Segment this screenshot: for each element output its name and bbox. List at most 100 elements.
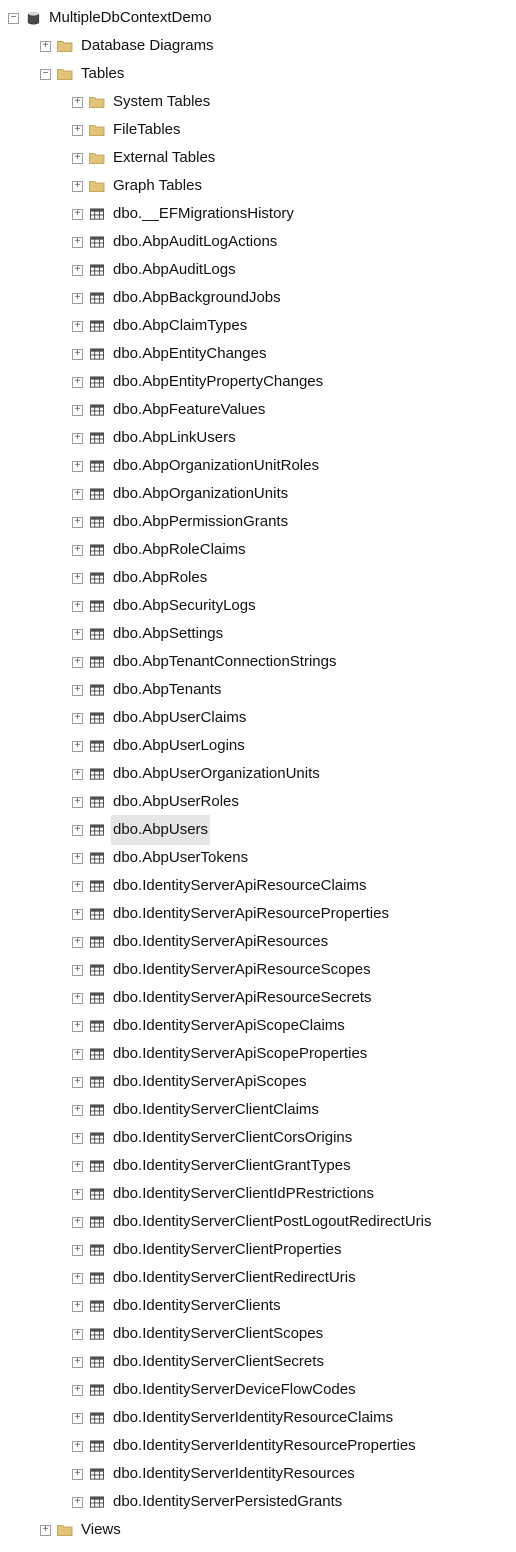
- expand-icon[interactable]: +: [72, 1469, 83, 1480]
- tree-node-table[interactable]: +dbo.IdentityServerApiScopeProperties: [0, 1040, 516, 1068]
- tree-node-table[interactable]: +dbo.AbpAuditLogActions: [0, 228, 516, 256]
- tree-node-table[interactable]: +dbo.IdentityServerClients: [0, 1292, 516, 1320]
- tree-node-table[interactable]: +dbo.AbpOrganizationUnitRoles: [0, 452, 516, 480]
- expand-icon[interactable]: +: [72, 321, 83, 332]
- tree-node-table[interactable]: +dbo.AbpRoleClaims: [0, 536, 516, 564]
- expand-icon[interactable]: +: [72, 377, 83, 388]
- expand-icon[interactable]: +: [72, 685, 83, 696]
- tree-node-table[interactable]: +dbo.IdentityServerClientRedirectUris: [0, 1264, 516, 1292]
- expand-icon[interactable]: +: [72, 825, 83, 836]
- tree-node-table[interactable]: +dbo.IdentityServerApiResources: [0, 928, 516, 956]
- expand-icon[interactable]: +: [72, 993, 83, 1004]
- tree-node-table[interactable]: +dbo.AbpTenantConnectionStrings: [0, 648, 516, 676]
- expand-icon[interactable]: +: [72, 881, 83, 892]
- tree-node-table[interactable]: +dbo.IdentityServerClientIdPRestrictions: [0, 1180, 516, 1208]
- tree-node-table[interactable]: +dbo.AbpRoles: [0, 564, 516, 592]
- tree-node-table[interactable]: +dbo.IdentityServerIdentityResources: [0, 1460, 516, 1488]
- expand-icon[interactable]: +: [72, 97, 83, 108]
- expand-icon[interactable]: +: [72, 1217, 83, 1228]
- collapse-icon[interactable]: −: [40, 69, 51, 80]
- tree-node-table[interactable]: +dbo.IdentityServerApiResourceProperties: [0, 900, 516, 928]
- expand-icon[interactable]: +: [72, 433, 83, 444]
- expand-icon[interactable]: +: [72, 1021, 83, 1032]
- expand-icon[interactable]: +: [40, 1525, 51, 1536]
- expand-icon[interactable]: +: [72, 1357, 83, 1368]
- tree-node-folder[interactable]: +Graph Tables: [0, 172, 516, 200]
- expand-icon[interactable]: +: [72, 573, 83, 584]
- expand-icon[interactable]: +: [72, 909, 83, 920]
- expand-icon[interactable]: +: [72, 153, 83, 164]
- expand-icon[interactable]: +: [72, 517, 83, 528]
- tree-node-table[interactable]: +dbo.IdentityServerApiScopes: [0, 1068, 516, 1096]
- tree-node-table[interactable]: +dbo.AbpEntityPropertyChanges: [0, 368, 516, 396]
- tree-node-table[interactable]: +dbo.IdentityServerDeviceFlowCodes: [0, 1376, 516, 1404]
- tree-node-table[interactable]: +dbo.AbpUsers: [0, 816, 516, 844]
- tree-node-table[interactable]: +dbo.IdentityServerClientProperties: [0, 1236, 516, 1264]
- expand-icon[interactable]: +: [72, 209, 83, 220]
- expand-icon[interactable]: +: [72, 293, 83, 304]
- tree-node-folder[interactable]: − Tables: [0, 60, 516, 88]
- tree-node-table[interactable]: +dbo.IdentityServerIdentityResourceClaim…: [0, 1404, 516, 1432]
- tree-node-table[interactable]: +dbo.AbpUserLogins: [0, 732, 516, 760]
- expand-icon[interactable]: +: [72, 181, 83, 192]
- tree-node-table[interactable]: +dbo.AbpUserOrganizationUnits: [0, 760, 516, 788]
- expand-icon[interactable]: +: [72, 1385, 83, 1396]
- expand-icon[interactable]: +: [72, 741, 83, 752]
- tree-node-table[interactable]: +dbo.IdentityServerPersistedGrants: [0, 1488, 516, 1516]
- tree-node-folder[interactable]: +FileTables: [0, 116, 516, 144]
- tree-node-table[interactable]: +dbo.AbpEntityChanges: [0, 340, 516, 368]
- expand-icon[interactable]: +: [72, 629, 83, 640]
- expand-icon[interactable]: +: [72, 1245, 83, 1256]
- expand-icon[interactable]: +: [72, 965, 83, 976]
- tree-node-folder[interactable]: +System Tables: [0, 88, 516, 116]
- tree-node-table[interactable]: +dbo.IdentityServerApiResourceScopes: [0, 956, 516, 984]
- expand-icon[interactable]: +: [72, 601, 83, 612]
- expand-icon[interactable]: +: [72, 1413, 83, 1424]
- expand-icon[interactable]: +: [72, 125, 83, 136]
- tree-node-table[interactable]: +dbo.AbpOrganizationUnits: [0, 480, 516, 508]
- tree-node-table[interactable]: +dbo.IdentityServerClientScopes: [0, 1320, 516, 1348]
- collapse-icon[interactable]: −: [8, 13, 19, 24]
- expand-icon[interactable]: +: [72, 1189, 83, 1200]
- tree-node-folder[interactable]: +External Tables: [0, 144, 516, 172]
- tree-node-table[interactable]: +dbo.AbpSecurityLogs: [0, 592, 516, 620]
- tree-node-table[interactable]: +dbo.AbpBackgroundJobs: [0, 284, 516, 312]
- expand-icon[interactable]: +: [72, 1105, 83, 1116]
- tree-node-folder[interactable]: + Database Diagrams: [0, 32, 516, 60]
- tree-node-table[interactable]: +dbo.IdentityServerClientSecrets: [0, 1348, 516, 1376]
- expand-icon[interactable]: +: [72, 713, 83, 724]
- tree-node-table[interactable]: +dbo.IdentityServerIdentityResourcePrope…: [0, 1432, 516, 1460]
- tree-node-table[interactable]: +dbo.IdentityServerClientPostLogoutRedir…: [0, 1208, 516, 1236]
- tree-node-table[interactable]: +dbo.AbpTenants: [0, 676, 516, 704]
- expand-icon[interactable]: +: [72, 1273, 83, 1284]
- tree-node-table[interactable]: +dbo.IdentityServerClientCorsOrigins: [0, 1124, 516, 1152]
- tree-node-table[interactable]: +dbo.IdentityServerClientClaims: [0, 1096, 516, 1124]
- tree-node-database[interactable]: − MultipleDbContextDemo: [0, 4, 516, 32]
- tree-node-table[interactable]: +dbo.AbpLinkUsers: [0, 424, 516, 452]
- tree-node-table[interactable]: +dbo.AbpUserTokens: [0, 844, 516, 872]
- expand-icon[interactable]: +: [72, 769, 83, 780]
- tree-node-table[interactable]: +dbo.AbpUserRoles: [0, 788, 516, 816]
- expand-icon[interactable]: +: [72, 1329, 83, 1340]
- tree-node-table[interactable]: +dbo.AbpAuditLogs: [0, 256, 516, 284]
- expand-icon[interactable]: +: [72, 1301, 83, 1312]
- expand-icon[interactable]: +: [72, 797, 83, 808]
- tree-node-table[interactable]: +dbo.AbpPermissionGrants: [0, 508, 516, 536]
- expand-icon[interactable]: +: [72, 489, 83, 500]
- tree-node-table[interactable]: +dbo.IdentityServerApiResourceClaims: [0, 872, 516, 900]
- expand-icon[interactable]: +: [72, 1133, 83, 1144]
- expand-icon[interactable]: +: [72, 1441, 83, 1452]
- tree-node-table[interactable]: +dbo.__EFMigrationsHistory: [0, 200, 516, 228]
- expand-icon[interactable]: +: [72, 405, 83, 416]
- expand-icon[interactable]: +: [72, 657, 83, 668]
- tree-node-table[interactable]: +dbo.IdentityServerApiResourceSecrets: [0, 984, 516, 1012]
- tree-node-table[interactable]: +dbo.AbpSettings: [0, 620, 516, 648]
- expand-icon[interactable]: +: [72, 265, 83, 276]
- tree-node-table[interactable]: +dbo.AbpClaimTypes: [0, 312, 516, 340]
- expand-icon[interactable]: +: [40, 41, 51, 52]
- expand-icon[interactable]: +: [72, 1077, 83, 1088]
- expand-icon[interactable]: +: [72, 349, 83, 360]
- tree-node-table[interactable]: +dbo.AbpFeatureValues: [0, 396, 516, 424]
- expand-icon[interactable]: +: [72, 237, 83, 248]
- expand-icon[interactable]: +: [72, 1161, 83, 1172]
